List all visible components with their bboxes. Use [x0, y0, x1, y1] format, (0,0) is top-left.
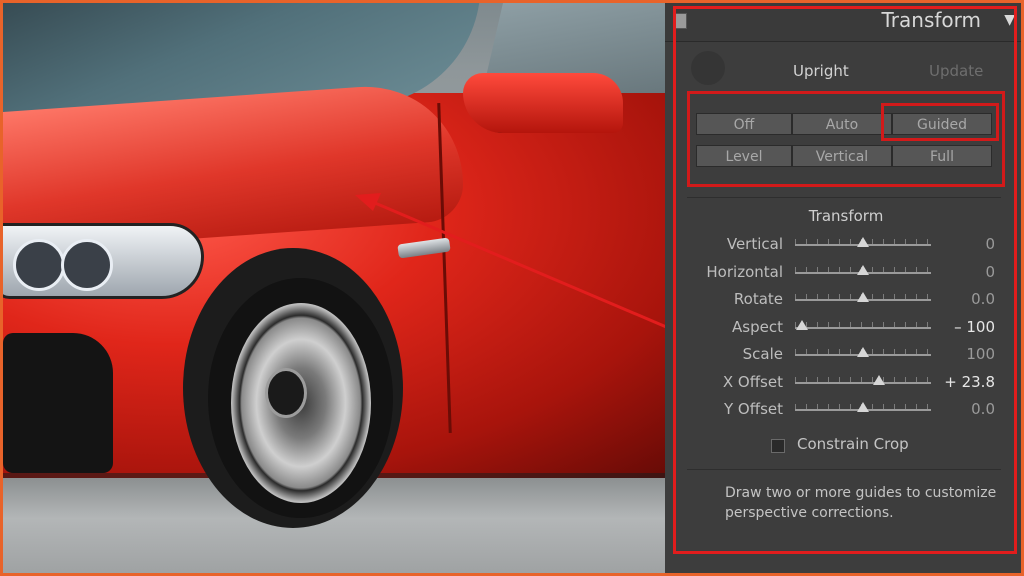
car-hub [265, 368, 307, 418]
panel-highlight [673, 6, 1017, 554]
photo-canvas[interactable] [3, 3, 665, 573]
transform-panel: Transform ▼ Upright Update Off Auto Guid… [665, 3, 1021, 573]
car-bumper [3, 333, 113, 473]
car-mirror [463, 73, 623, 133]
headlight-ring [13, 239, 65, 291]
screenshot-frame: Transform ▼ Upright Update Off Auto Guid… [0, 0, 1024, 576]
headlight-ring [61, 239, 113, 291]
